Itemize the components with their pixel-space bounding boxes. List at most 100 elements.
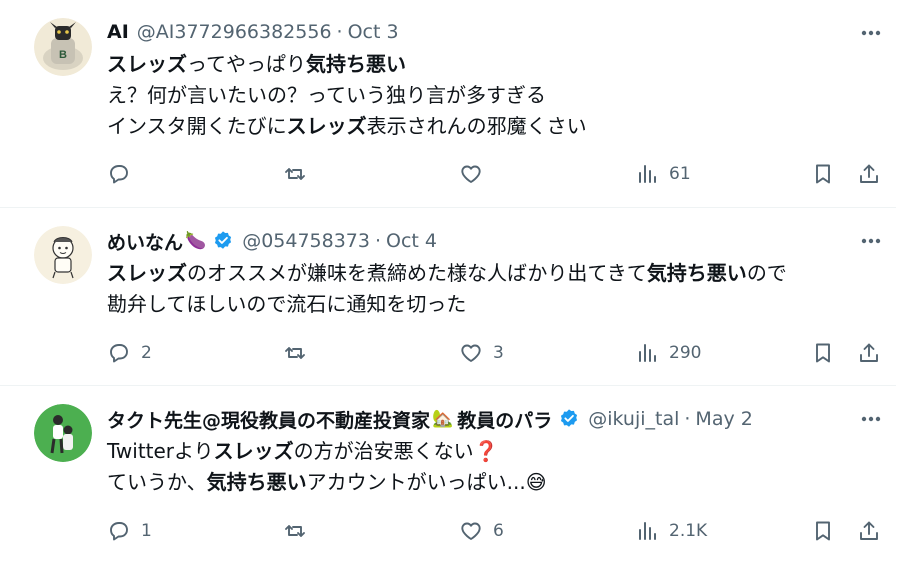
tweet-text: スレッズのオススメが嫌味を煮締めた様な人ばかり出てきて気持ち悪いので勘弁してほし… — [107, 258, 886, 320]
views-count: 290 — [669, 343, 702, 363]
share-icon — [860, 343, 878, 362]
separator-dot: · — [684, 408, 691, 430]
tweet[interactable]: めいなん 🍆 @054758373 · Oct 4 スレッズのオススメが嫌味を煮… — [0, 208, 896, 386]
tweet-text-line: スレッズってやっぱり気持ち悪い — [107, 49, 886, 80]
avatar[interactable] — [34, 226, 92, 284]
emoji: 😅 — [525, 470, 547, 494]
reply-icon — [110, 522, 128, 541]
text-segment: え？何が言いたいの？っていう独り言が多すぎる — [107, 83, 546, 107]
highlighted-keyword: スレッズ — [107, 52, 187, 76]
tweet-header: めいなん 🍆 @054758373 · Oct 4 — [107, 228, 896, 254]
reply-count: 1 — [141, 521, 152, 541]
reply-button[interactable] — [107, 159, 141, 189]
like-icon — [461, 165, 481, 183]
like-count: 3 — [493, 343, 504, 363]
verified-badge-icon[interactable] — [212, 230, 234, 252]
tweet[interactable]: B AI @AI3772966382556 · Oct 3 スレッズってやっぱり… — [0, 0, 896, 208]
views-button[interactable]: 61 — [635, 159, 691, 189]
retweet-button[interactable] — [283, 159, 317, 189]
reply-button[interactable]: 2 — [107, 338, 152, 368]
bookmark-button[interactable] — [811, 338, 835, 368]
author-name[interactable]: めいなん — [107, 228, 183, 255]
views-icon — [639, 165, 656, 183]
share-icon — [860, 164, 878, 183]
views-button[interactable]: 290 — [635, 338, 701, 368]
bookmark-icon — [816, 164, 830, 184]
views-count: 2.1K — [669, 521, 708, 541]
text-segment: 勘弁してほしいので流石に通知を切った — [107, 292, 467, 316]
more-icon[interactable] — [858, 20, 884, 46]
retweet-icon — [285, 347, 305, 359]
more-icon[interactable] — [858, 406, 884, 432]
retweet-icon — [285, 525, 305, 537]
like-button[interactable]: 6 — [459, 516, 504, 546]
highlighted-keyword: スレッズ — [213, 439, 294, 463]
tweet-text-line: インスタ開くたびにスレッズ表示されんの邪魔くさい — [107, 111, 886, 142]
reply-count: 2 — [141, 343, 152, 363]
tweet-date[interactable]: Oct 3 — [348, 21, 399, 43]
text-segment: の方が治安悪くない — [293, 439, 474, 463]
views-count: 61 — [669, 164, 691, 184]
separator-dot: · — [374, 230, 382, 252]
tweet-text: スレッズってやっぱり気持ち悪い え？何が言いたいの？っていう独り言が多すぎる インス… — [107, 49, 886, 142]
author-name[interactable]: タクト先生@現役教員の不動産投資家 — [107, 406, 430, 433]
tweet-text-line: スレッズのオススメが嫌味を煮締めた様な人ばかり出てきて気持ち悪いので — [107, 258, 886, 289]
retweet-button[interactable] — [283, 516, 317, 546]
text-segment: ってやっぱり — [187, 52, 306, 76]
like-icon — [461, 522, 481, 540]
highlighted-keyword: 気持ち悪い — [206, 470, 307, 494]
author-name[interactable]: AI — [107, 21, 129, 43]
tweet-text-line: 勘弁してほしいので流石に通知を切った — [107, 289, 886, 320]
highlighted-keyword: 気持ち悪い — [646, 261, 747, 285]
separator-dot: · — [336, 21, 343, 43]
retweet-button[interactable] — [283, 338, 317, 368]
timeline-feed: B AI @AI3772966382556 · Oct 3 スレッズってやっぱり… — [0, 0, 921, 563]
like-button[interactable] — [459, 159, 493, 189]
tweet-date[interactable]: Oct 4 — [386, 230, 437, 252]
bookmark-button[interactable] — [811, 516, 835, 546]
svg-text:B: B — [59, 49, 67, 61]
text-segment: Twitterより — [107, 439, 214, 463]
text-segment: 表示されんの邪魔くさい — [366, 114, 587, 138]
share-button[interactable] — [857, 516, 881, 546]
bookmark-button[interactable] — [811, 159, 835, 189]
verified-badge-icon[interactable] — [558, 408, 580, 430]
tweet-text-line: え？何が言いたいの？っていう独り言が多すぎる — [107, 80, 886, 111]
eggplant-emoji: 🍆 — [185, 231, 207, 251]
reply-icon — [110, 344, 128, 363]
more-icon[interactable] — [858, 228, 884, 254]
views-button[interactable]: 2.1K — [635, 516, 707, 546]
avatar[interactable] — [34, 404, 92, 462]
share-button[interactable] — [857, 159, 881, 189]
tweet-actions: 2 3 290 — [107, 338, 887, 368]
tweet-date[interactable]: May 2 — [695, 408, 752, 430]
text-segment: のオススメが嫌味を煮締めた様な人ばかり出てきて — [187, 261, 647, 285]
views-icon — [639, 344, 656, 362]
views-icon — [639, 522, 656, 540]
author-name-suffix[interactable]: 教員のパラ — [457, 406, 552, 433]
author-handle[interactable]: @AI3772966382556 — [137, 21, 332, 43]
tweet-text-line: ていうか、気持ち悪いアカウントがいっぱい...😅 — [107, 467, 886, 498]
author-handle[interactable]: @ikuji_tal — [588, 408, 679, 430]
text-segment: アカウントがいっぱい... — [306, 470, 526, 494]
highlighted-keyword: スレッズ — [286, 114, 367, 138]
like-icon — [461, 344, 481, 362]
text-segment: インスタ開くたびに — [107, 114, 287, 138]
emoji: ❓ — [473, 439, 499, 463]
tweet-text-line: Twitterよりスレッズの方が治安悪くない❓ — [107, 436, 886, 467]
avatar[interactable]: B — [34, 18, 92, 76]
reply-icon — [110, 165, 128, 184]
share-icon — [860, 521, 878, 540]
tweet-text: Twitterよりスレッズの方が治安悪くない❓ ていうか、気持ち悪いアカウントがい… — [107, 436, 886, 498]
author-handle[interactable]: @054758373 — [242, 230, 370, 252]
share-button[interactable] — [857, 338, 881, 368]
tweet-actions: 1 6 2.1K — [107, 516, 887, 546]
like-count: 6 — [493, 521, 504, 541]
retweet-icon — [285, 168, 305, 180]
house-emoji: 🏡 — [432, 409, 454, 429]
like-button[interactable]: 3 — [459, 338, 504, 368]
reply-button[interactable]: 1 — [107, 516, 152, 546]
tweet[interactable]: タクト先生@現役教員の不動産投資家 🏡 教員のパラ @ikuji_tal · M… — [0, 386, 896, 563]
text-segment: ていうか、 — [107, 470, 207, 494]
text-segment: ので — [746, 261, 787, 285]
